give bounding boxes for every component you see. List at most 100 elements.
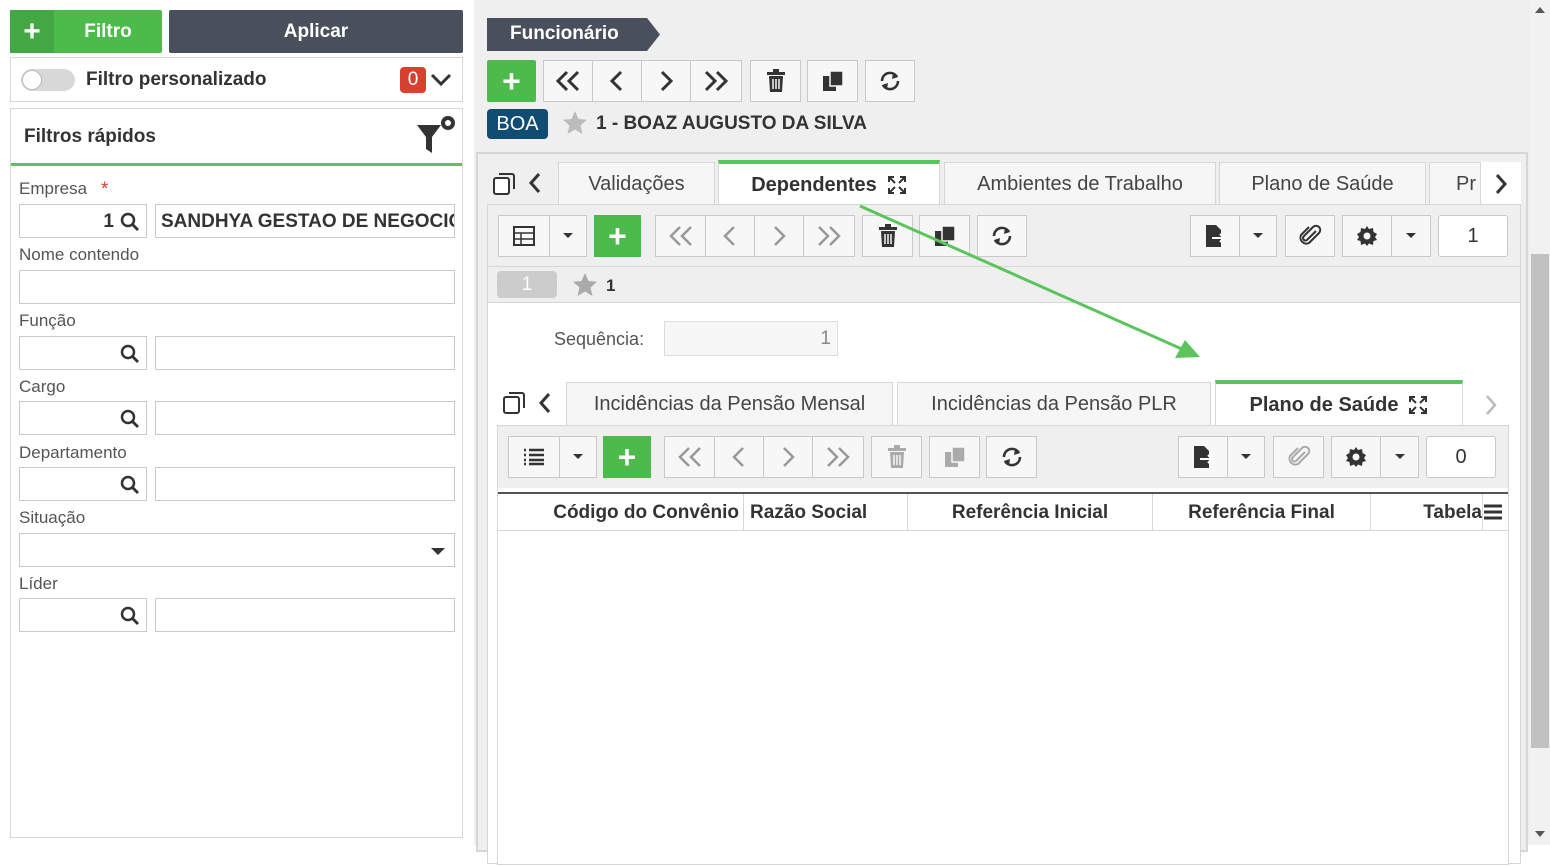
export-button[interactable] bbox=[1178, 436, 1228, 478]
scrollbar-thumb[interactable] bbox=[1531, 254, 1549, 748]
departamento-name-input[interactable] bbox=[155, 467, 455, 501]
apply-button[interactable]: Aplicar bbox=[169, 10, 463, 53]
tab-pensao-plr[interactable]: Incidências da Pensão PLR bbox=[897, 382, 1211, 426]
custom-filter-toggle[interactable] bbox=[21, 69, 75, 91]
departamento-code-input[interactable] bbox=[19, 467, 147, 501]
tabs-scroll-left-icon[interactable] bbox=[528, 172, 542, 194]
cargo-name-input[interactable] bbox=[155, 401, 455, 435]
column-referencia-final[interactable]: Referência Final bbox=[1153, 494, 1371, 531]
tabs-overview-icon[interactable] bbox=[492, 172, 516, 196]
last-record-button[interactable] bbox=[690, 60, 742, 102]
add-plano-button[interactable]: + bbox=[603, 436, 651, 478]
dependente-title: 1 bbox=[606, 276, 616, 295]
prev-record-button[interactable] bbox=[592, 60, 642, 102]
view-mode-dropdown[interactable] bbox=[549, 215, 587, 257]
star-icon[interactable] bbox=[562, 110, 588, 136]
situacao-label: Situação bbox=[19, 508, 86, 527]
tab-label: Dependentes bbox=[751, 173, 877, 196]
view-mode-button[interactable] bbox=[508, 436, 560, 478]
column-referencia-inicial[interactable]: Referência Inicial bbox=[908, 494, 1153, 531]
funcao-code-input[interactable] bbox=[19, 336, 147, 370]
last-dependente-button[interactable] bbox=[803, 215, 855, 257]
column-menu-icon[interactable] bbox=[1484, 504, 1502, 520]
tab-plano-saude-inner[interactable]: Plano de Saúde bbox=[1215, 380, 1463, 426]
caret-down-icon bbox=[563, 233, 573, 238]
next-record-button[interactable] bbox=[641, 60, 691, 102]
export-dropdown[interactable] bbox=[1227, 436, 1265, 478]
filter-settings-icon[interactable] bbox=[414, 113, 458, 157]
gear-icon bbox=[1346, 447, 1366, 467]
chevron-down-icon[interactable] bbox=[430, 71, 452, 89]
settings-button[interactable] bbox=[1331, 436, 1381, 478]
first-record-button[interactable] bbox=[543, 60, 593, 102]
search-icon[interactable] bbox=[120, 475, 140, 495]
counter-value: 1 bbox=[1467, 224, 1479, 247]
nome-input[interactable] bbox=[19, 270, 455, 304]
next-dependente-button[interactable] bbox=[754, 215, 804, 257]
copy-icon bbox=[822, 70, 844, 91]
delete-record-button[interactable] bbox=[750, 60, 801, 102]
search-icon[interactable] bbox=[120, 409, 140, 429]
delete-plano-button[interactable] bbox=[871, 436, 922, 478]
tabs-overview-icon[interactable] bbox=[502, 391, 526, 415]
search-icon[interactable] bbox=[120, 606, 140, 626]
tabs-scroll-left-icon[interactable] bbox=[538, 392, 552, 414]
tab-more[interactable]: Pr bbox=[1429, 162, 1481, 206]
refresh-record-button[interactable] bbox=[865, 60, 915, 102]
breadcrumb[interactable]: Funcionário bbox=[487, 18, 660, 51]
page-scrollbar[interactable] bbox=[1530, 0, 1550, 845]
tabs-scroll-right-icon[interactable] bbox=[1484, 394, 1498, 416]
empresa-code-input[interactable]: 1 bbox=[19, 204, 147, 238]
lider-name-input[interactable] bbox=[155, 598, 455, 632]
scroll-up-icon[interactable] bbox=[1535, 6, 1545, 13]
scroll-down-icon[interactable] bbox=[1535, 831, 1545, 838]
attach-button[interactable] bbox=[1273, 436, 1324, 478]
copy-plano-button[interactable] bbox=[929, 436, 980, 478]
add-filter-button[interactable]: + Filtro bbox=[10, 10, 162, 53]
lider-code-input[interactable] bbox=[19, 598, 147, 632]
custom-filter-row: Filtro personalizado 0 bbox=[10, 57, 463, 102]
next-plano-button[interactable] bbox=[763, 436, 813, 478]
first-dependente-button[interactable] bbox=[655, 215, 706, 257]
export-dropdown[interactable] bbox=[1239, 215, 1277, 257]
attach-button[interactable] bbox=[1285, 215, 1335, 257]
prev-plano-button[interactable] bbox=[714, 436, 764, 478]
record-title: 1 - BOAZ AUGUSTO DA SILVA bbox=[596, 113, 867, 134]
add-dependente-button[interactable]: + bbox=[594, 215, 641, 257]
record-badge: BOA bbox=[487, 109, 548, 139]
star-icon[interactable] bbox=[572, 272, 598, 298]
expand-icon[interactable] bbox=[887, 175, 907, 195]
situacao-select[interactable] bbox=[19, 533, 455, 567]
last-plano-button[interactable] bbox=[812, 436, 864, 478]
prev-dependente-button[interactable] bbox=[705, 215, 755, 257]
view-mode-button[interactable] bbox=[498, 215, 550, 257]
settings-dropdown[interactable] bbox=[1380, 436, 1419, 478]
tab-pensao-mensal[interactable]: Incidências da Pensão Mensal bbox=[566, 382, 893, 426]
chevron-right-icon bbox=[774, 226, 786, 246]
first-plano-button[interactable] bbox=[664, 436, 715, 478]
plano-toolbar: + 0 bbox=[498, 426, 1508, 488]
copy-record-button[interactable] bbox=[807, 60, 858, 102]
column-codigo-convenio[interactable]: Código do Convênio bbox=[498, 494, 744, 531]
nome-label: Nome contendo bbox=[19, 245, 140, 264]
tab-plano-saude[interactable]: Plano de Saúde bbox=[1219, 162, 1426, 206]
expand-icon[interactable] bbox=[1408, 395, 1428, 415]
caret-down-icon bbox=[1406, 233, 1416, 238]
refresh-plano-button[interactable] bbox=[986, 436, 1037, 478]
sequencia-label: Sequência: bbox=[554, 329, 645, 349]
settings-button[interactable] bbox=[1342, 215, 1392, 257]
search-icon[interactable] bbox=[120, 344, 140, 364]
funcao-name-input[interactable] bbox=[155, 336, 455, 370]
cargo-code-input[interactable] bbox=[19, 401, 147, 435]
column-razao-social[interactable]: Razão Social bbox=[744, 494, 908, 531]
empresa-name-input[interactable]: SANDHYA GESTAO DE NEGOCIOS bbox=[155, 204, 455, 238]
tab-validacoes[interactable]: Validações bbox=[558, 162, 715, 206]
double-chevron-left-icon bbox=[555, 70, 580, 92]
add-record-button[interactable]: + bbox=[487, 60, 536, 102]
double-chevron-left-icon bbox=[668, 226, 692, 246]
settings-dropdown[interactable] bbox=[1391, 215, 1431, 257]
view-mode-dropdown[interactable] bbox=[559, 436, 597, 478]
tabs-scroll-right[interactable] bbox=[1481, 162, 1521, 206]
column-tabela[interactable]: Tabela bbox=[1371, 494, 1483, 531]
search-icon[interactable] bbox=[120, 212, 140, 232]
